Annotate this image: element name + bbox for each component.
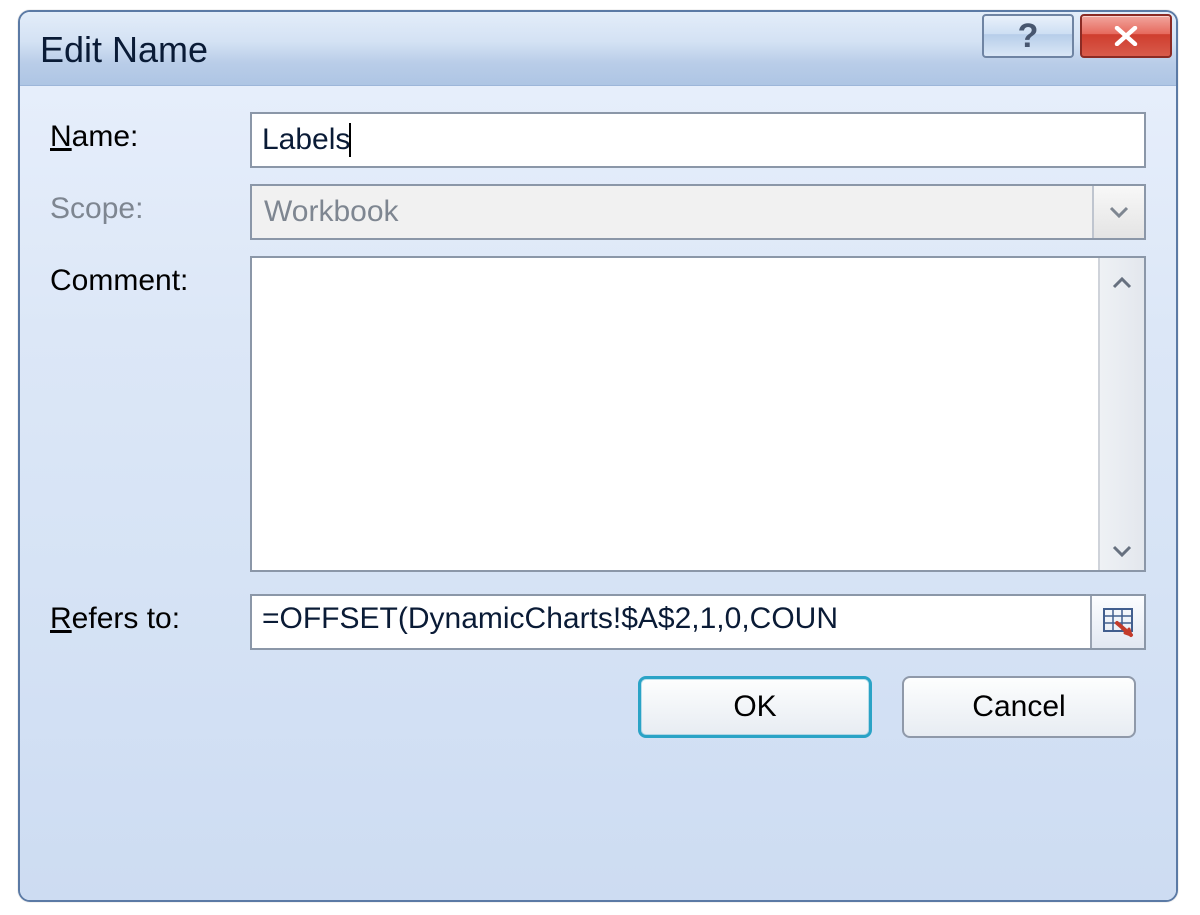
name-input[interactable]: Labels (250, 112, 1146, 168)
chevron-up-icon (1112, 277, 1132, 289)
dialog-title: Edit Name (40, 27, 208, 71)
refers-to-row: Refers to: =OFFSET(DynamicCharts!$A$2,1,… (50, 594, 1146, 650)
name-field-cell: Labels (250, 112, 1146, 168)
comment-field-cell (250, 256, 1146, 572)
edit-name-dialog: Edit Name ? Name: Labels Scope: (18, 10, 1178, 902)
chevron-down-icon (1109, 206, 1129, 218)
chevron-down-icon (1112, 545, 1132, 557)
scope-combo: Workbook (250, 184, 1146, 240)
close-icon (1103, 26, 1149, 46)
scope-row: Scope: Workbook (50, 184, 1146, 240)
scroll-down-arrow[interactable] (1112, 532, 1132, 564)
scope-label: Scope: (50, 184, 250, 226)
close-button[interactable] (1080, 14, 1172, 58)
scope-value: Workbook (252, 195, 1092, 229)
scope-field-cell: Workbook (250, 184, 1146, 240)
collapse-dialog-button[interactable] (1090, 596, 1144, 648)
titlebar-buttons: ? (982, 14, 1172, 58)
scope-dropdown-button (1092, 186, 1144, 238)
titlebar: Edit Name ? (20, 12, 1176, 86)
help-button[interactable]: ? (982, 14, 1074, 58)
text-cursor (349, 123, 351, 157)
help-icon: ? (1018, 17, 1039, 56)
name-row: Name: Labels (50, 112, 1146, 168)
dialog-buttons: OK Cancel (50, 676, 1146, 738)
comment-textarea-body[interactable] (252, 258, 1098, 570)
ok-button[interactable]: OK (638, 676, 872, 738)
cancel-button[interactable]: Cancel (902, 676, 1136, 738)
name-label: Name: (50, 112, 250, 154)
comment-textarea[interactable] (250, 256, 1146, 572)
refers-to-input[interactable]: =OFFSET(DynamicCharts!$A$2,1,0,COUN (250, 594, 1146, 650)
refers-to-label: Refers to: (50, 594, 250, 636)
comment-label: Comment: (50, 256, 250, 298)
dialog-body: Name: Labels Scope: Workbook (20, 86, 1176, 900)
refers-to-field-cell: =OFFSET(DynamicCharts!$A$2,1,0,COUN (250, 594, 1146, 650)
refers-to-value[interactable]: =OFFSET(DynamicCharts!$A$2,1,0,COUN (252, 596, 1090, 648)
comment-scrollbar[interactable] (1098, 258, 1144, 570)
comment-row: Comment: (50, 256, 1146, 572)
range-selector-icon (1101, 605, 1135, 639)
scroll-up-arrow[interactable] (1112, 264, 1132, 296)
